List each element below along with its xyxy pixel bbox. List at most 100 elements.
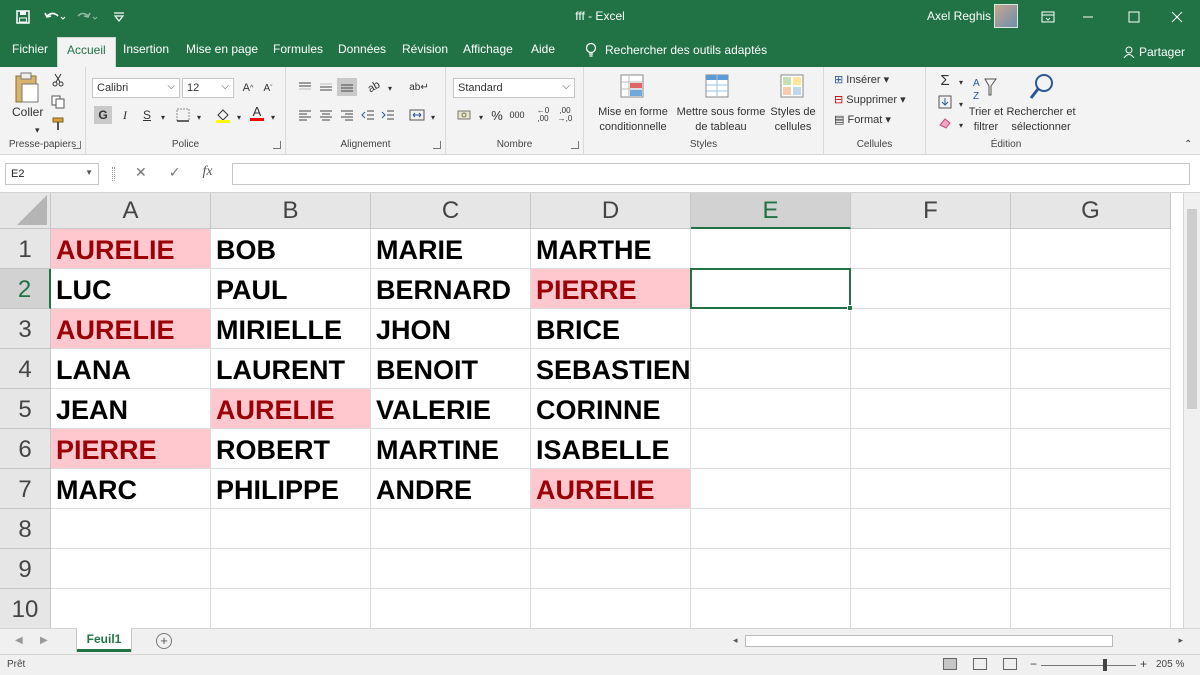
autosum-dropdown-icon[interactable]: ▾ [952, 73, 970, 91]
tab-fichier[interactable]: Fichier [12, 42, 48, 56]
vertical-scrollbar[interactable] [1183, 193, 1200, 628]
cell-g7[interactable] [1011, 469, 1171, 509]
next-sheet-icon[interactable]: ▶ [40, 635, 48, 646]
row-header-4[interactable]: 4 [0, 349, 51, 389]
row-header-3[interactable]: 3 [0, 309, 51, 349]
tab-accueil[interactable]: Accueil [57, 37, 116, 67]
cell-d2[interactable]: PIERRE [531, 269, 691, 309]
cell-d3[interactable]: BRICE [531, 309, 691, 349]
format-cells-button[interactable]: ▤ Format ▾ [834, 113, 891, 126]
column-header-b[interactable]: B [211, 193, 371, 229]
minimize-icon[interactable] [1065, 0, 1111, 33]
active-cell-selection[interactable] [690, 268, 853, 311]
column-header-d[interactable]: D [531, 193, 691, 229]
cell-f7[interactable] [851, 469, 1011, 509]
cell-e5[interactable] [691, 389, 851, 429]
cell-g4[interactable] [1011, 349, 1171, 389]
increase-font-icon[interactable]: A ^ [239, 79, 257, 97]
orientation-dropdown-icon[interactable]: ▾ [381, 79, 399, 97]
cell-g2[interactable] [1011, 269, 1171, 309]
bold-button[interactable]: G [94, 106, 112, 124]
insert-cells-button[interactable]: ⊞ Insérer ▾ [834, 73, 889, 86]
cell-g8[interactable] [1011, 509, 1171, 549]
add-sheet-icon[interactable]: + [156, 633, 172, 649]
cell-styles-button[interactable]: Styles de cellules [768, 105, 818, 135]
enter-icon[interactable]: ✓ [169, 164, 181, 181]
page-break-view-icon[interactable] [1003, 658, 1017, 670]
sheet-tab-feuil1[interactable]: Feuil1 [77, 628, 131, 652]
align-top-icon[interactable] [296, 78, 314, 96]
underline-dropdown-icon[interactable]: ▾ [154, 108, 172, 126]
cell-g5[interactable] [1011, 389, 1171, 429]
cell-c10[interactable] [371, 589, 531, 628]
cell-a7[interactable]: MARC [51, 469, 211, 509]
cell-f2[interactable] [851, 269, 1011, 309]
row-header-1[interactable]: 1 [0, 229, 51, 269]
horizontal-scrollbar[interactable]: ◂ ▸ [731, 633, 1185, 649]
tell-me-search[interactable]: Rechercher des outils adaptés [585, 42, 767, 58]
align-center-icon[interactable] [317, 106, 335, 124]
cell-a6[interactable]: PIERRE [51, 429, 211, 469]
cell-b1[interactable]: BOB [211, 229, 371, 269]
decrease-indent-icon[interactable] [359, 106, 377, 124]
conditional-formatting-button[interactable]: Mise en forme conditionnelle [592, 105, 674, 135]
fill-dropdown-icon[interactable]: ▾ [230, 108, 248, 126]
insert-function-icon[interactable]: fx [202, 164, 212, 181]
formula-bar-resize-handle[interactable] [112, 167, 115, 181]
border-dropdown-icon[interactable]: ▾ [190, 108, 208, 126]
cell-g1[interactable] [1011, 229, 1171, 269]
cell-f6[interactable] [851, 429, 1011, 469]
wrap-text-icon[interactable]: ab↵ [409, 78, 429, 96]
scroll-right-icon[interactable]: ▸ [1178, 635, 1183, 646]
cell-e10[interactable] [691, 589, 851, 628]
cell-a1[interactable]: AURELIE [51, 229, 211, 269]
collapse-ribbon-icon[interactable]: ⌃ [1184, 139, 1192, 150]
cell-d5[interactable]: CORINNE [531, 389, 691, 429]
cell-a2[interactable]: LUC [51, 269, 211, 309]
font-name-select[interactable]: Calibri ⌵ [92, 78, 180, 98]
row-header-2[interactable]: 2 [0, 269, 51, 309]
column-header-f[interactable]: F [851, 193, 1011, 229]
number-format-select[interactable]: Standard ⌵ [453, 78, 575, 98]
cell-f10[interactable] [851, 589, 1011, 628]
cell-f8[interactable] [851, 509, 1011, 549]
zoom-level[interactable]: 205 % [1156, 659, 1184, 670]
select-all-button[interactable] [0, 193, 51, 229]
cell-f9[interactable] [851, 549, 1011, 589]
share-button[interactable]: Partager [1123, 45, 1185, 59]
cell-d7[interactable]: AURELIE [531, 469, 691, 509]
cell-f5[interactable] [851, 389, 1011, 429]
zoom-out-icon[interactable]: − [1030, 657, 1037, 671]
zoom-in-icon[interactable]: + [1140, 657, 1147, 671]
number-launcher-icon[interactable] [571, 141, 579, 149]
paste-icon[interactable] [14, 72, 40, 104]
cell-c6[interactable]: MARTINE [371, 429, 531, 469]
percent-button[interactable]: % [488, 106, 506, 124]
cell-f1[interactable] [851, 229, 1011, 269]
row-header-6[interactable]: 6 [0, 429, 51, 469]
cell-c3[interactable]: JHON [371, 309, 531, 349]
row-header-8[interactable]: 8 [0, 509, 51, 549]
fill-handle[interactable] [847, 305, 853, 311]
tab-donnees[interactable]: Données [338, 42, 386, 56]
cell-e1[interactable] [691, 229, 851, 269]
cell-a4[interactable]: LANA [51, 349, 211, 389]
horizontal-scrollbar-thumb[interactable] [745, 635, 1113, 647]
cell-d4[interactable]: SEBASTIEN [531, 349, 691, 389]
normal-view-icon[interactable] [943, 658, 957, 670]
cell-c9[interactable] [371, 549, 531, 589]
cell-a8[interactable] [51, 509, 211, 549]
zoom-slider-thumb[interactable] [1103, 659, 1107, 671]
delete-cells-button[interactable]: ⊟ Supprimer ▾ [834, 93, 906, 106]
column-header-a[interactable]: A [51, 193, 211, 229]
paste-button[interactable]: Coller [12, 105, 43, 119]
cell-b10[interactable] [211, 589, 371, 628]
decrease-font-icon[interactable]: Aˇ [259, 79, 277, 97]
clipboard-launcher-icon[interactable] [73, 141, 81, 149]
tab-aide[interactable]: Aide [531, 42, 555, 56]
cell-b5[interactable]: AURELIE [211, 389, 371, 429]
copy-icon[interactable] [49, 93, 67, 111]
cell-b3[interactable]: MIRIELLE [211, 309, 371, 349]
column-header-e[interactable]: E [691, 193, 851, 229]
cell-f4[interactable] [851, 349, 1011, 389]
